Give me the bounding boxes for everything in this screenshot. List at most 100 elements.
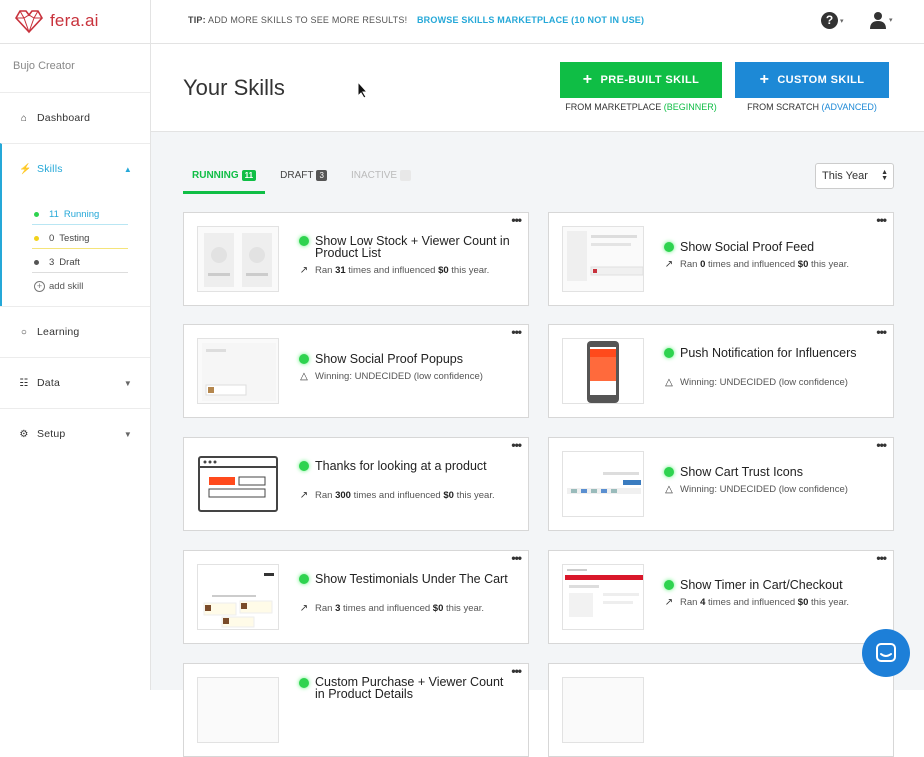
live-status-dot <box>299 236 309 246</box>
chart-line-icon: ↗ <box>299 603 309 614</box>
chart-line-icon: ↗ <box>299 490 309 501</box>
more-options-icon[interactable]: ••• <box>511 439 522 451</box>
caption-tag: (ADVANCED) <box>821 102 877 112</box>
heart-logo-icon <box>15 10 43 34</box>
help-menu[interactable]: ? ▾ <box>821 12 844 29</box>
skills-content: RUNNING 11 DRAFT 3 INACTIVE 0 This Year … <box>151 132 924 757</box>
more-options-icon[interactable]: ••• <box>511 326 522 338</box>
custom-skill-button[interactable]: + CUSTOM SKILL <box>735 62 889 98</box>
tab-inactive[interactable]: INACTIVE 0 <box>342 164 420 193</box>
database-icon: ☷ <box>19 377 29 389</box>
user-menu[interactable]: ▾ <box>869 11 893 29</box>
plus-icon: + <box>582 71 593 88</box>
chart-line-icon: ↗ <box>664 597 674 608</box>
bolt-icon: ⚡ <box>19 163 32 175</box>
skill-stats: ↗ Ran 3 times and influenced $0 this yea… <box>299 603 485 614</box>
more-options-icon[interactable]: ••• <box>876 552 887 564</box>
pre-built-skill-button[interactable]: + PRE-BUILT SKILL <box>560 62 722 98</box>
skill-preview-thumbnail <box>197 564 279 630</box>
chevron-down-icon: ▼ <box>123 429 132 439</box>
chat-launcher-button[interactable] <box>862 629 910 677</box>
skill-title: Show Cart Trust Icons <box>680 465 803 479</box>
skill-card[interactable]: ••• Thanks for looking at a product ↗ Ra… <box>183 437 529 531</box>
skill-card[interactable]: ••• Show Low Stock + Viewer Count in Pro… <box>183 212 529 306</box>
button-label: PRE-BUILT SKILL <box>600 74 700 86</box>
mouse-cursor-icon <box>357 81 369 99</box>
live-status-dot <box>299 574 309 584</box>
subnav-running[interactable]: 11 Running <box>2 202 150 226</box>
skill-card[interactable]: ••• Show Social Proof Feed ↗ Ran 0 times… <box>548 212 894 306</box>
running-label: Running <box>63 208 100 220</box>
skill-stats: ↗ Ran 0 times and influenced $0 this yea… <box>664 259 850 270</box>
flask-icon: △ <box>300 371 308 382</box>
skill-card[interactable]: ••• Show Testimonials Under The Cart ↗ R… <box>183 550 529 644</box>
plus-icon: + <box>759 71 770 88</box>
tab-draft[interactable]: DRAFT 3 <box>271 164 336 193</box>
tab-running[interactable]: RUNNING 11 <box>183 164 266 194</box>
add-skill-link[interactable]: + add skill <box>2 274 150 298</box>
underline <box>32 272 128 273</box>
divider <box>150 0 151 44</box>
logo[interactable]: fera.ai <box>14 8 99 34</box>
skill-card[interactable]: ••• Push Notification for Influencers △ … <box>548 324 894 418</box>
skill-title: Show Low Stock + Viewer Count in Product… <box>315 234 510 260</box>
skill-title: Custom Purchase + Viewer Count in Produc… <box>315 675 504 701</box>
chart-line-icon: ↗ <box>664 259 674 270</box>
more-options-icon[interactable]: ••• <box>511 665 522 677</box>
skill-card[interactable]: ••• Show Social Proof Popups △ Winning: … <box>183 324 529 418</box>
live-status-dot <box>299 678 309 688</box>
help-icon: ? <box>821 12 838 29</box>
skill-title: Show Social Proof Popups <box>315 352 464 366</box>
status-dot <box>34 211 39 217</box>
skill-card[interactable] <box>548 663 894 757</box>
skill-card[interactable]: ••• Show Cart Trust Icons △ Winning: UND… <box>548 437 894 531</box>
skill-preview-thumbnail <box>197 338 279 404</box>
page-header: Your Skills + PRE-BUILT SKILL + CUSTOM S… <box>151 44 924 132</box>
chart-line-icon: ↗ <box>299 265 309 276</box>
running-count: 11 <box>49 208 59 220</box>
sidebar-item-data[interactable]: ☷ Data ▼ <box>0 357 150 408</box>
top-bar: fera.ai TIP: ADD MORE SKILLS TO SEE MORE… <box>0 0 924 44</box>
skill-title: Show Timer in Cart/Checkout <box>680 578 843 592</box>
skill-stats: ↗ Ran 300 times and influenced $0 this y… <box>299 490 495 501</box>
testing-label: Testing <box>59 232 90 244</box>
more-options-icon[interactable]: ••• <box>876 439 887 451</box>
skill-card[interactable]: ••• Show Timer in Cart/Checkout ↗ Ran 4 … <box>548 550 894 644</box>
testing-count: 0 <box>49 232 55 244</box>
chevron-down-icon: ▾ <box>889 17 893 24</box>
custom-caption: FROM SCRATCH (ADVANCED) <box>735 102 889 112</box>
sidebar-item-dashboard[interactable]: ⌂ Dashboard <box>0 92 150 143</box>
page-title: Your Skills <box>183 75 285 100</box>
skill-stats: ↗ Ran 31 times and influenced $0 this ye… <box>299 265 490 276</box>
user-icon <box>870 12 886 29</box>
chat-icon <box>876 643 896 662</box>
subnav-draft[interactable]: 3 Draft <box>2 250 150 274</box>
sidebar-item-skills[interactable]: ⚡ Skills ▲ <box>0 143 150 194</box>
period-select[interactable]: This Year ▲ ▼ <box>815 163 894 189</box>
more-options-icon[interactable]: ••• <box>876 326 887 338</box>
tab-label: RUNNING <box>192 170 239 181</box>
prebuilt-caption: FROM MARKETPLACE (BEGINNER) <box>560 102 722 112</box>
skill-preview-thumbnail <box>562 677 644 743</box>
button-label: CUSTOM SKILL <box>777 74 865 86</box>
flask-icon: △ <box>665 377 673 388</box>
caption-tag: (BEGINNER) <box>663 102 717 112</box>
sidebar: Bujo Creator ⌂ Dashboard ⚡ Skills ▲ 11 R… <box>0 44 151 690</box>
skill-stats: △ Winning: UNDECIDED (low confidence) <box>298 371 483 382</box>
underline <box>32 248 128 249</box>
tab-label: DRAFT <box>280 170 314 181</box>
skill-card[interactable]: ••• Custom Purchase + Viewer Count in Pr… <box>183 663 529 757</box>
status-dot <box>34 259 39 265</box>
more-options-icon[interactable]: ••• <box>511 552 522 564</box>
sidebar-item-setup[interactable]: ⚙ Setup ▼ <box>0 408 150 459</box>
live-status-dot <box>664 467 674 477</box>
subnav-testing[interactable]: 0 Testing <box>2 226 150 250</box>
flask-icon: △ <box>665 484 673 495</box>
underline <box>32 224 128 225</box>
sidebar-item-learning[interactable]: ○ Learning <box>0 306 150 357</box>
more-options-icon[interactable]: ••• <box>511 214 522 226</box>
more-options-icon[interactable]: ••• <box>876 214 887 226</box>
browse-marketplace-link[interactable]: BROWSE SKILLS MARKETPLACE (10 NOT IN USE… <box>417 15 644 25</box>
live-status-dot <box>664 580 674 590</box>
skill-preview-thumbnail <box>562 226 644 292</box>
